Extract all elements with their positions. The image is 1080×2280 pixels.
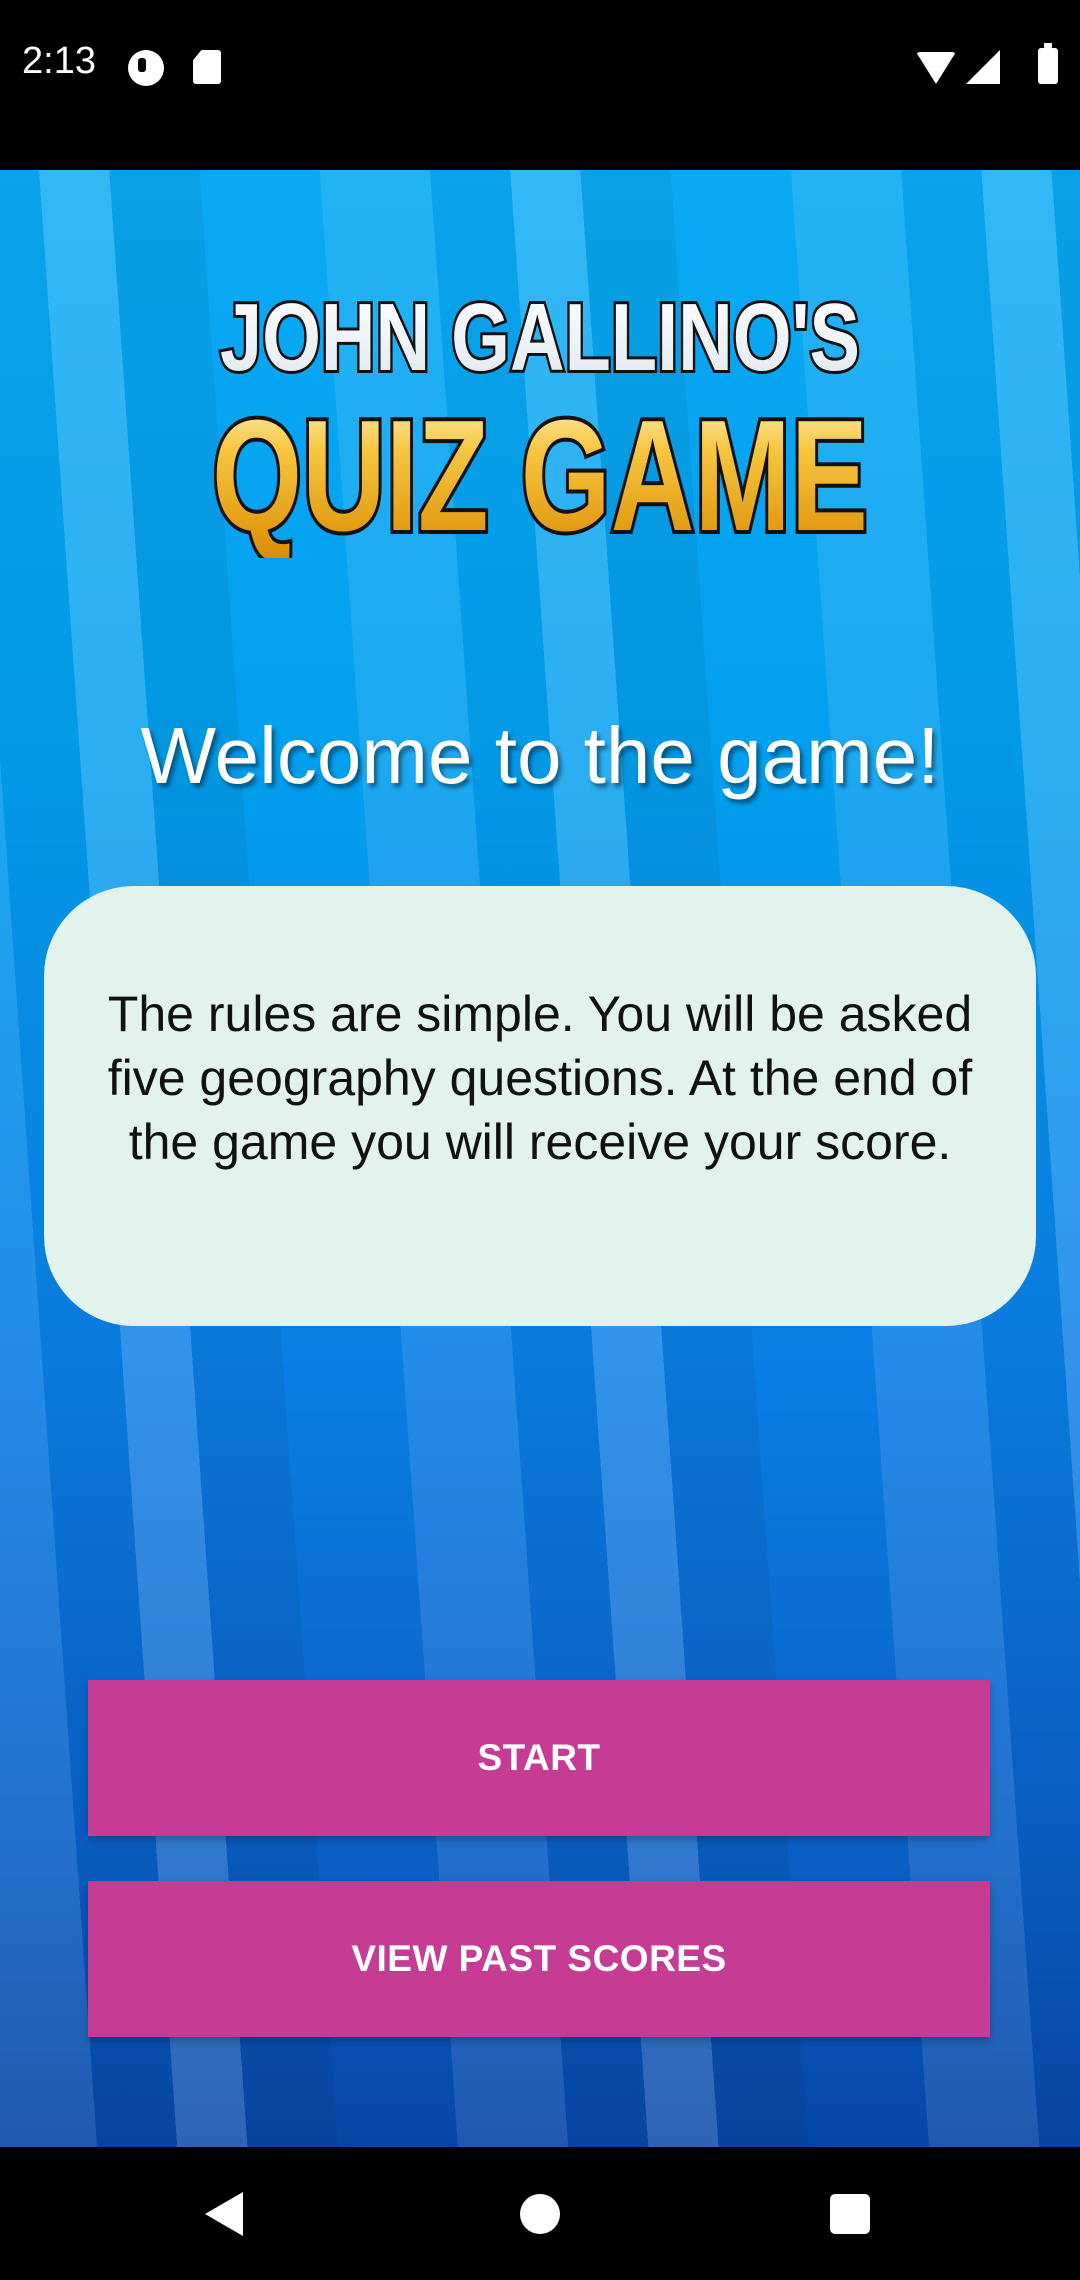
logo-line1: JOHN GALLINO'S bbox=[220, 284, 860, 391]
app-notification-icon bbox=[128, 50, 164, 86]
quiz-game-logo: JOHN GALLINO'S QUIZ GAME bbox=[208, 281, 872, 558]
signal-icon bbox=[966, 50, 1000, 84]
app-content: JOHN GALLINO'S QUIZ GAME Welcome to the … bbox=[0, 170, 1080, 2147]
logo-line2: QUIZ GAME bbox=[212, 388, 868, 558]
status-time: 2:13 bbox=[22, 40, 96, 82]
rules-text: The rules are simple. You will be asked … bbox=[107, 986, 973, 1170]
view-past-scores-button[interactable]: VIEW PAST SCORES bbox=[88, 1881, 990, 2037]
home-icon[interactable] bbox=[520, 2194, 560, 2234]
status-bar: 2:13 bbox=[0, 0, 1080, 170]
phone-screen: 2:13 JOHN GALLINO'S QUIZ GAME Welcome to… bbox=[0, 0, 1080, 2280]
battery-icon bbox=[1038, 43, 1058, 84]
recents-icon[interactable] bbox=[830, 2194, 870, 2234]
back-icon[interactable] bbox=[205, 2192, 243, 2236]
start-button[interactable]: START bbox=[88, 1680, 990, 1836]
rules-card: The rules are simple. You will be asked … bbox=[44, 886, 1036, 1326]
navigation-bar bbox=[0, 2147, 1080, 2280]
status-icons-right bbox=[910, 43, 1060, 88]
welcome-title: Welcome to the game! bbox=[140, 711, 940, 800]
sd-card-icon bbox=[193, 50, 221, 84]
wifi-icon bbox=[916, 52, 956, 84]
